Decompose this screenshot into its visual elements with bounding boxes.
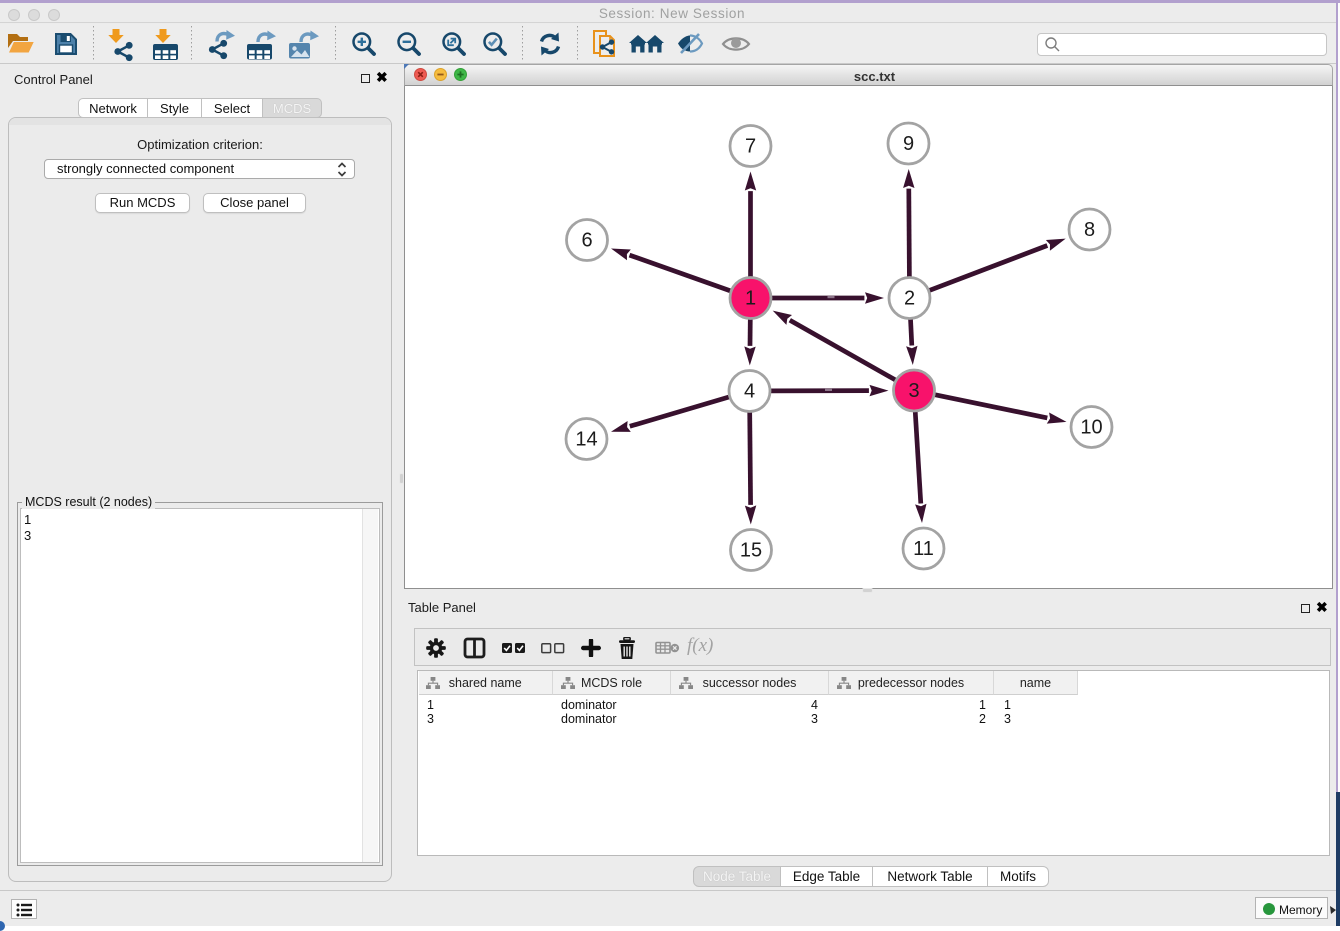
svg-text:14: 14 xyxy=(575,429,597,451)
svg-text:15: 15 xyxy=(740,540,762,562)
svg-text:2: 2 xyxy=(904,288,915,310)
svg-text:10: 10 xyxy=(1080,417,1102,439)
svg-text:8: 8 xyxy=(1084,219,1095,241)
svg-text:4: 4 xyxy=(744,381,755,403)
svg-text:3: 3 xyxy=(908,380,919,402)
svg-text:9: 9 xyxy=(903,133,914,155)
svg-text:6: 6 xyxy=(581,230,592,252)
svg-text:1: 1 xyxy=(745,288,756,310)
svg-text:11: 11 xyxy=(913,538,934,560)
svg-text:7: 7 xyxy=(745,136,756,158)
